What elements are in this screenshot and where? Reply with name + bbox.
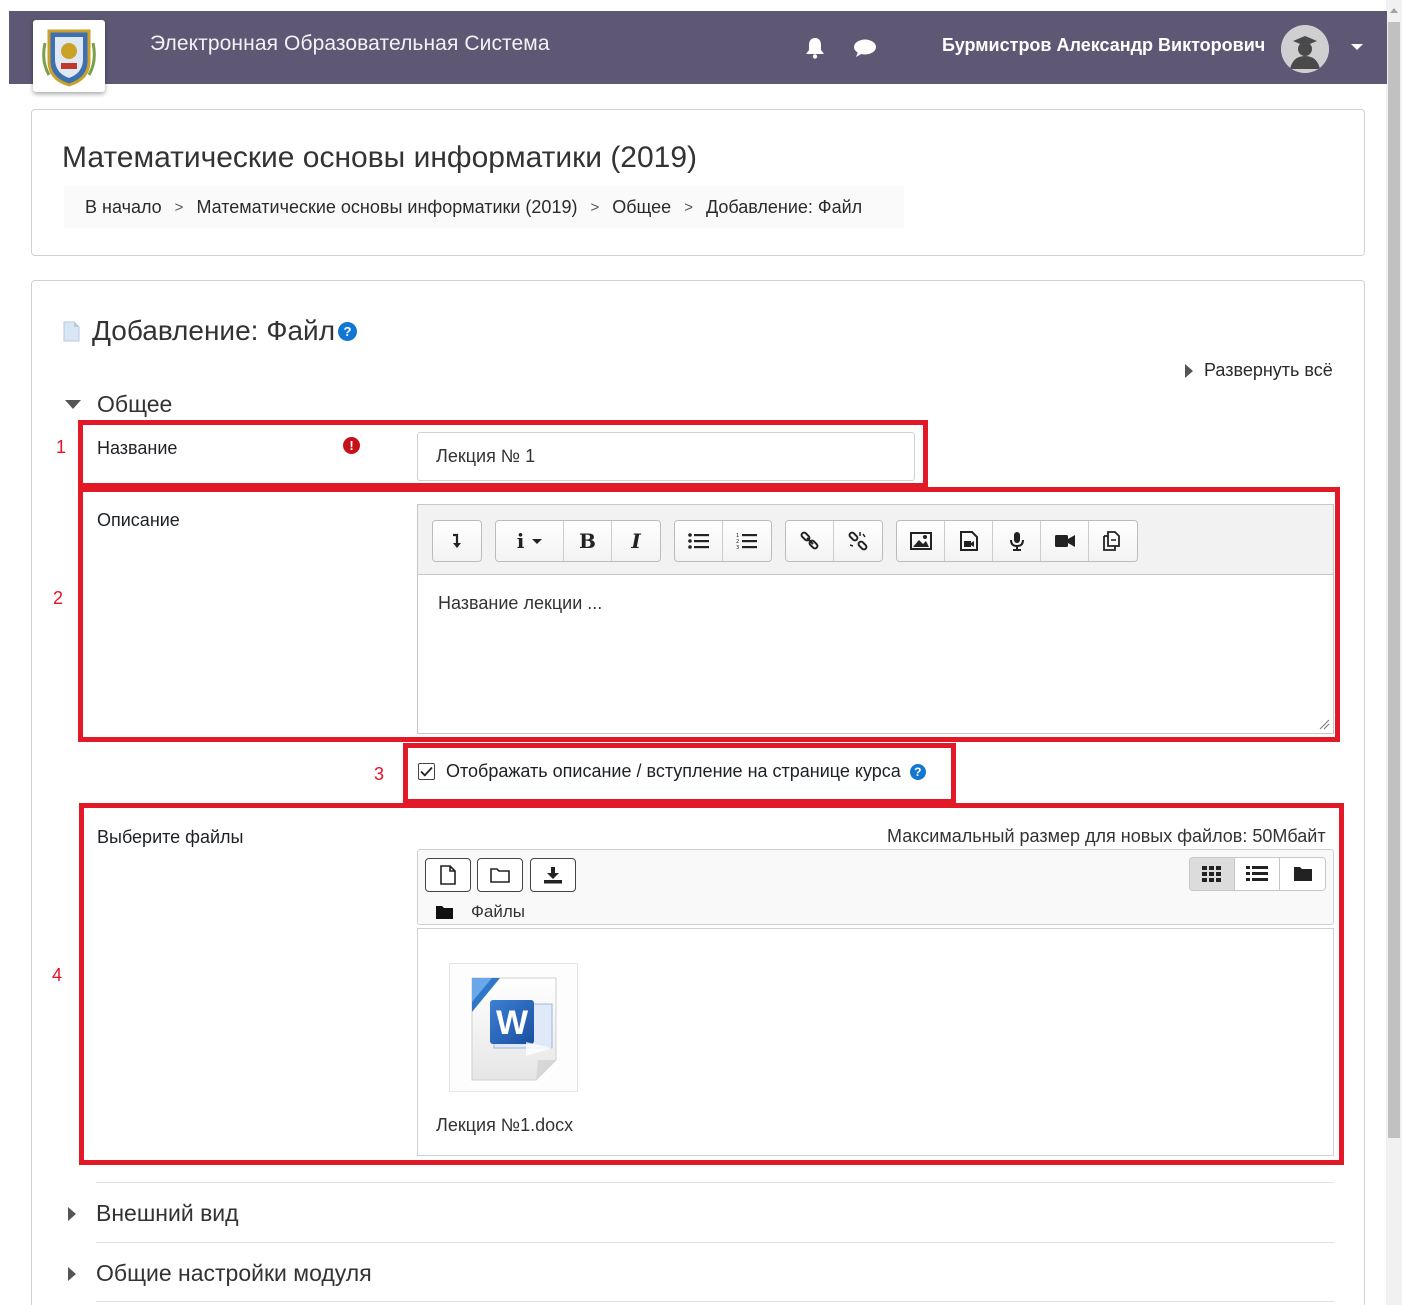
image-icon[interactable] (897, 521, 945, 561)
breadcrumb-separator: > (174, 198, 184, 216)
view-icons-button[interactable] (1190, 858, 1235, 890)
section-module-settings-toggle[interactable]: Общие настройки модуля (68, 1260, 372, 1287)
section-appearance-label: Внешний вид (96, 1200, 239, 1226)
manage-files-icon[interactable] (1089, 521, 1137, 561)
avatar-icon[interactable] (1281, 25, 1329, 73)
files-label: Выберите файлы (97, 827, 244, 847)
ordered-list-icon[interactable]: 123 (723, 521, 771, 561)
section-divider (96, 1242, 1334, 1243)
required-icon: ! (343, 437, 360, 454)
breadcrumb-item-section[interactable]: Общее (612, 197, 671, 218)
grid-view-icon (1202, 866, 1221, 882)
expand-all-link[interactable]: Развернуть всё (1185, 360, 1333, 381)
breadcrumb-separator: > (590, 198, 600, 216)
list-view-icon (1246, 866, 1268, 881)
section-appearance-toggle[interactable]: Внешний вид (68, 1200, 239, 1227)
page-title: Математические основы информатики (2019) (62, 141, 698, 174)
show-description-checkbox[interactable] (418, 763, 435, 780)
editor-group-expand (432, 520, 482, 562)
section-general-toggle[interactable]: Общее (65, 391, 172, 418)
scrollbar-thumb[interactable] (1388, 22, 1400, 1138)
university-logo[interactable] (33, 20, 105, 92)
chat-icon[interactable] (853, 36, 877, 60)
word-document-icon: W (471, 977, 556, 1080)
triangle-right-icon (68, 1266, 76, 1281)
folder-icon (436, 905, 453, 919)
view-tree-button[interactable] (1280, 858, 1325, 890)
section-general-label: Общее (97, 391, 173, 417)
name-input[interactable]: Лекция № 1 (417, 432, 915, 481)
expand-all-label: Развернуть всё (1204, 360, 1333, 380)
show-description-label: Отображать описание / вступление на стра… (446, 761, 901, 781)
show-description-row: Отображать описание / вступление на стра… (418, 761, 926, 782)
media-icon[interactable] (945, 521, 993, 561)
view-switcher (1189, 857, 1326, 891)
annotation-number-1: 1 (56, 437, 67, 457)
microphone-icon[interactable] (993, 521, 1041, 561)
add-file-button[interactable] (425, 858, 471, 892)
breadcrumb-item-current: Добавление: Файл (705, 196, 863, 217)
name-label: Название (97, 438, 178, 458)
italic-icon[interactable]: I (612, 521, 660, 561)
svg-text:W: W (495, 1004, 528, 1042)
view-list-button[interactable] (1235, 858, 1280, 890)
max-size-text: Максимальный размер для новых файлов: 50… (887, 826, 1326, 846)
file-drop-area[interactable]: W Лекция №1.docx (417, 928, 1334, 1156)
bold-icon[interactable]: B (564, 521, 612, 561)
info-style-icon[interactable]: i (496, 521, 564, 561)
video-camera-icon[interactable] (1041, 521, 1089, 561)
editor-group-lists: 123 (674, 520, 772, 562)
editor-group-media (896, 520, 1138, 562)
bell-icon[interactable] (803, 36, 827, 60)
course-header-card (31, 109, 1365, 256)
editor-group-style: i B I (495, 520, 661, 562)
annotation-number-2: 2 (53, 588, 64, 608)
site-title[interactable]: Электронная Образовательная Система (150, 32, 550, 56)
file-path-label[interactable]: Файлы (471, 902, 525, 922)
expand-toolbar-icon[interactable] (433, 521, 481, 561)
triangle-down-icon (65, 400, 81, 409)
section-divider (96, 1182, 1334, 1183)
triangle-right-icon (1185, 363, 1193, 378)
annotation-number-4: 4 (52, 965, 63, 985)
triangle-right-icon (68, 1206, 76, 1221)
file-resource-icon (63, 321, 80, 341)
help-icon[interactable]: ? (338, 321, 358, 341)
file-name[interactable]: Лекция №1.docx (436, 1115, 573, 1136)
annotation-number-3: 3 (374, 764, 385, 784)
unordered-list-icon[interactable] (675, 521, 723, 561)
description-label: Описание (97, 510, 180, 530)
section-divider (96, 1301, 1334, 1302)
create-folder-button[interactable] (477, 858, 523, 892)
download-all-button[interactable] (530, 858, 576, 892)
download-icon (544, 867, 562, 884)
breadcrumb-item-home[interactable]: В начало (85, 197, 162, 218)
file-path: Файлы (436, 902, 525, 922)
form-heading-text: Добавление: Файл (92, 315, 336, 346)
link-icon[interactable] (786, 521, 834, 561)
unlink-icon[interactable] (834, 521, 882, 561)
breadcrumb-item-course[interactable]: Математические основы информатики (2019) (196, 197, 577, 218)
folder-outline-icon (490, 868, 510, 883)
description-content[interactable]: Название лекции ... (438, 593, 602, 614)
folder-icon (1293, 867, 1312, 881)
form-heading: Добавление: Файл ? (63, 314, 358, 348)
resize-handle-icon[interactable] (1318, 718, 1330, 730)
file-thumbnail[interactable]: W (449, 963, 578, 1092)
add-file-icon (440, 865, 456, 885)
file-manager-toolbar: Файлы (417, 849, 1334, 925)
description-editor: i B I 123 Название лекции ... (417, 504, 1334, 734)
breadcrumb-separator: > (684, 198, 693, 216)
user-name[interactable]: Бурмистров Александр Викторович (942, 35, 1265, 56)
editor-toolbar: i B I 123 (418, 505, 1333, 575)
help-icon[interactable]: ? (909, 763, 926, 780)
scroll-up-arrow-icon[interactable] (1390, 8, 1398, 13)
breadcrumb: В начало > Математические основы информа… (64, 186, 904, 228)
svg-text:3: 3 (736, 545, 739, 550)
section-module-settings-label: Общие настройки модуля (96, 1260, 372, 1286)
caret-down-icon[interactable] (1351, 44, 1363, 50)
editor-group-links (785, 520, 883, 562)
